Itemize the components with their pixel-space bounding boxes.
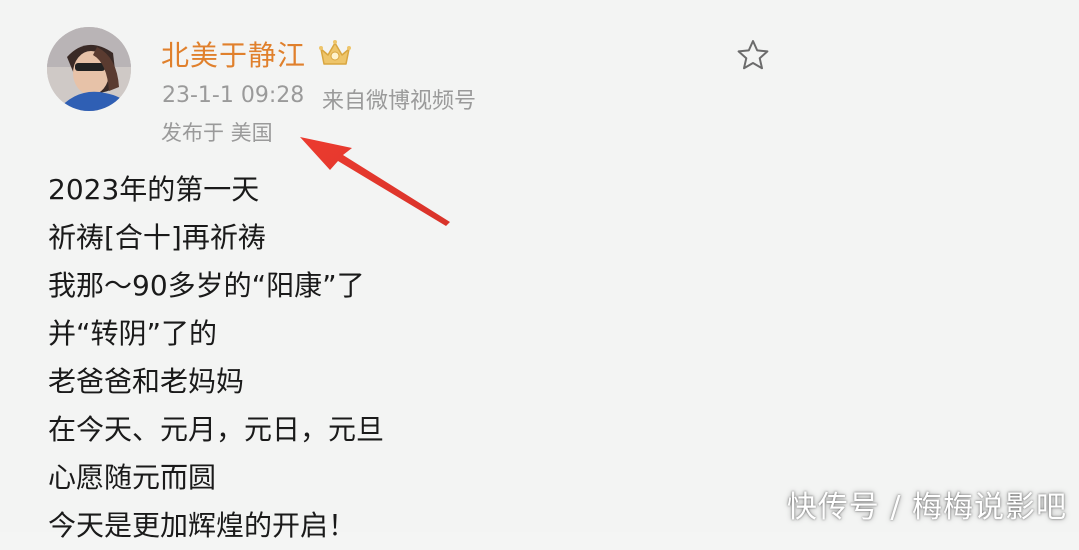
post-body: 2023年的第一天 祈祷[合十]再祈祷 我那～90多岁的“阳康”了 并“转阴”了…: [48, 166, 384, 550]
weibo-post-card: 北美于静江 23-1-1 09:28 来自微博视频号 发布于 美国 2023年的…: [0, 0, 1079, 542]
post-line: 2023年的第一天: [48, 173, 260, 206]
post-source[interactable]: 来自微博视频号: [322, 83, 476, 115]
post-line: 并“转阴”了的: [48, 317, 218, 350]
watermark: 快传号 / 梅梅说影吧: [786, 490, 1067, 525]
avatar-photo: [47, 27, 131, 111]
post-timestamp: 23-1-1 09:28: [162, 83, 305, 108]
avatar[interactable]: [47, 27, 131, 111]
post-line: 我那～90多岁的“阳康”了: [48, 269, 365, 302]
post-location: 发布于 美国: [161, 121, 273, 145]
post-line: 今天是更加辉煌的开启！: [48, 509, 357, 542]
post-line: 心愿随元而圆: [48, 461, 217, 494]
star-icon[interactable]: [736, 38, 770, 72]
post-line: 老爸爸和老妈妈: [48, 365, 245, 398]
crown-badge-icon: [318, 37, 352, 69]
author-name[interactable]: 北美于静江: [161, 34, 306, 74]
post-line: 祈祷[合十]再祈祷: [48, 221, 266, 254]
post-line: 在今天、元月，元日，元旦: [48, 413, 385, 446]
